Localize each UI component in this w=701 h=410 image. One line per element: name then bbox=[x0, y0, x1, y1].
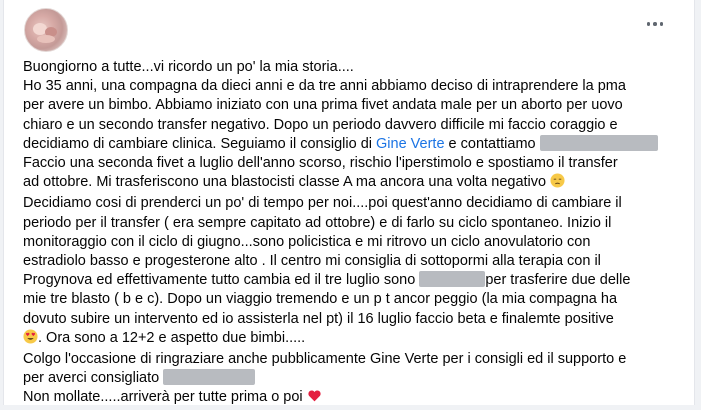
post-line: estradiolo basso e progesterone alto . I… bbox=[23, 253, 601, 270]
post-line: dovuto subire un intervento ed io assist… bbox=[23, 310, 614, 327]
post-text-segment: ad ottobre. Mi trasferiscono una blastoc… bbox=[23, 174, 551, 191]
post-line: periodo per il transfer ( era sempre cap… bbox=[23, 214, 612, 231]
post-line: monitoraggio con il ciclo di giugno...so… bbox=[23, 233, 591, 250]
redacted-name bbox=[419, 271, 486, 288]
post-line: per averci consigliato bbox=[23, 369, 683, 388]
post-line: . Ora sono a 12+2 e aspetto due bimbi...… bbox=[23, 329, 683, 350]
mention-link[interactable]: Gine Verte bbox=[376, 136, 445, 152]
post-line: Buongiorno a tutte...vi ricordo un po' l… bbox=[23, 59, 354, 75]
post-text-segment: decidiamo di cambiare clinica. Seguiamo … bbox=[23, 135, 377, 152]
post-line: chiaro e un secondo transfer negativo. D… bbox=[23, 116, 618, 133]
avatar[interactable] bbox=[24, 8, 68, 52]
post-line: Ho 35 anni, una compagna da dieci anni e… bbox=[23, 78, 626, 95]
post-text-segment: Progynova ed effettivamente tutto cambia… bbox=[23, 272, 420, 289]
heart-eyes-emoji bbox=[23, 329, 38, 350]
post-card: Buongiorno a tutte...vi ricordo un po' l… bbox=[3, 0, 695, 405]
redacted-name bbox=[163, 369, 256, 386]
post-line: mie tre blasto ( b e c). Dopo un viaggio… bbox=[23, 291, 618, 308]
post-text-segment: per trasferire due delle bbox=[485, 272, 631, 289]
redacted-name bbox=[539, 134, 658, 151]
red-heart-emoji bbox=[307, 388, 322, 409]
post-line: Non mollate.....arriverà per tutte prima… bbox=[23, 388, 683, 409]
post-text: Buongiorno a tutte...vi ricordo un po' l… bbox=[23, 58, 683, 410]
sad-face-emoji bbox=[550, 173, 565, 194]
post-line: Colgo l'occasione di ringraziare anche p… bbox=[23, 351, 627, 368]
post-line: Progynova ed effettivamente tutto cambia… bbox=[23, 271, 683, 290]
post-line: Faccio una seconda fivet a luglio dell'a… bbox=[23, 155, 618, 172]
post-text-segment: e contattiamo bbox=[444, 135, 540, 152]
more-icon[interactable] bbox=[644, 15, 666, 33]
post-line: ad ottobre. Mi trasferiscono una blastoc… bbox=[23, 173, 683, 194]
post-text-segment: Non mollate.....arriverà per tutte prima… bbox=[23, 389, 307, 406]
post-line: decidiamo di cambiare clinica. Seguiamo … bbox=[23, 134, 683, 154]
post-text-segment: per averci consigliato bbox=[23, 370, 164, 387]
post-text-segment: . Ora sono a 12+2 e aspetto due bimbi...… bbox=[38, 329, 306, 346]
post-line: per avere un bimbo. Abbiamo iniziato con… bbox=[23, 97, 623, 114]
post-line: Decidiamo cosi di prenderci un po' di te… bbox=[23, 195, 622, 212]
